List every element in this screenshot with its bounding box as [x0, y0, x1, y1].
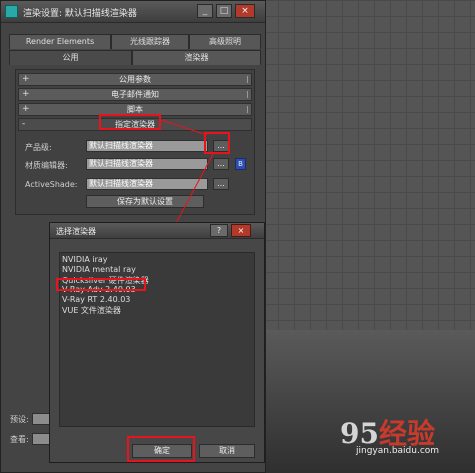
- minimize-button[interactable]: _: [197, 4, 213, 18]
- expand-icon: +: [22, 89, 30, 99]
- material-editor-choose-button[interactable]: ...: [213, 158, 229, 170]
- highlight-ok-button: [127, 436, 195, 462]
- preset-dropdown[interactable]: [32, 413, 50, 425]
- renderer-item-vue[interactable]: VUE 文件渲染器: [62, 305, 121, 316]
- material-editor-label: 材质编辑器:: [25, 161, 68, 170]
- rollout-bar-icon: [247, 106, 248, 113]
- activeshade-choose-button[interactable]: ...: [213, 178, 229, 190]
- cancel-button[interactable]: 取消: [199, 444, 255, 458]
- highlight-choose-button: [204, 132, 230, 154]
- tab-advanced-lighting[interactable]: 高级照明: [189, 34, 261, 49]
- tab-renderer[interactable]: 渲染器: [132, 50, 261, 65]
- close-button[interactable]: ×: [235, 4, 255, 18]
- view-label: 查看:: [10, 435, 29, 444]
- renderer-item-vray-rt[interactable]: V-Ray RT 2.40.03: [62, 295, 130, 304]
- choose-renderer-titlebar[interactable]: 选择渲染器 ? ×: [50, 223, 264, 239]
- production-label: 产品级:: [25, 143, 52, 152]
- rollout-bar-icon: [247, 76, 248, 83]
- renderer-item-mental-ray[interactable]: NVIDIA mental ray: [62, 265, 136, 274]
- expand-icon: +: [22, 74, 30, 84]
- tab-render-elements[interactable]: Render Elements: [9, 34, 111, 49]
- render-setup-titlebar[interactable]: 渲染设置: 默认扫描线渲染器 _ □ ×: [1, 1, 265, 23]
- maximize-button[interactable]: □: [216, 4, 232, 18]
- rollout-bar-icon: [247, 91, 248, 98]
- production-renderer-field: 默认扫描线渲染器: [86, 140, 208, 152]
- lock-icon[interactable]: B: [235, 158, 246, 170]
- rollout-email-notifications[interactable]: + 电子邮件通知: [18, 88, 252, 101]
- rollout-label: 脚本: [127, 105, 143, 114]
- renderer-item-nvidia-iray[interactable]: NVIDIA iray: [62, 255, 108, 264]
- collapse-icon: -: [22, 119, 26, 129]
- choose-renderer-dialog: 选择渲染器 ? × NVIDIA iray NVIDIA mental ray …: [49, 222, 265, 463]
- rollout-label: 公用参数: [119, 75, 151, 84]
- tab-raytracer[interactable]: 光线跟踪器: [111, 34, 189, 49]
- expand-icon: +: [22, 104, 30, 114]
- preset-label: 预设:: [10, 415, 29, 424]
- app-icon: [5, 5, 18, 18]
- close-button[interactable]: ×: [231, 224, 251, 237]
- rollout-label: 电子邮件通知: [111, 90, 159, 99]
- render-setup-title: 渲染设置: 默认扫描线渲染器: [23, 9, 137, 19]
- help-button[interactable]: ?: [210, 224, 228, 237]
- choose-renderer-title: 选择渲染器: [56, 227, 96, 236]
- highlight-assign-renderer: [99, 114, 161, 130]
- watermark-url: jingyan.baidu.com: [356, 446, 440, 456]
- material-editor-renderer-field: 默认扫描线渲染器: [86, 158, 208, 170]
- rollout-common-parameters[interactable]: + 公用参数: [18, 73, 252, 86]
- activeshade-renderer-field: 默认扫描线渲染器: [86, 178, 208, 190]
- tab-common[interactable]: 公用: [9, 50, 132, 65]
- view-dropdown[interactable]: [32, 433, 50, 445]
- save-as-defaults-button[interactable]: 保存为默认设置: [86, 195, 204, 208]
- activeshade-label: ActiveShade:: [25, 180, 78, 189]
- highlight-vray-adv: [56, 278, 146, 291]
